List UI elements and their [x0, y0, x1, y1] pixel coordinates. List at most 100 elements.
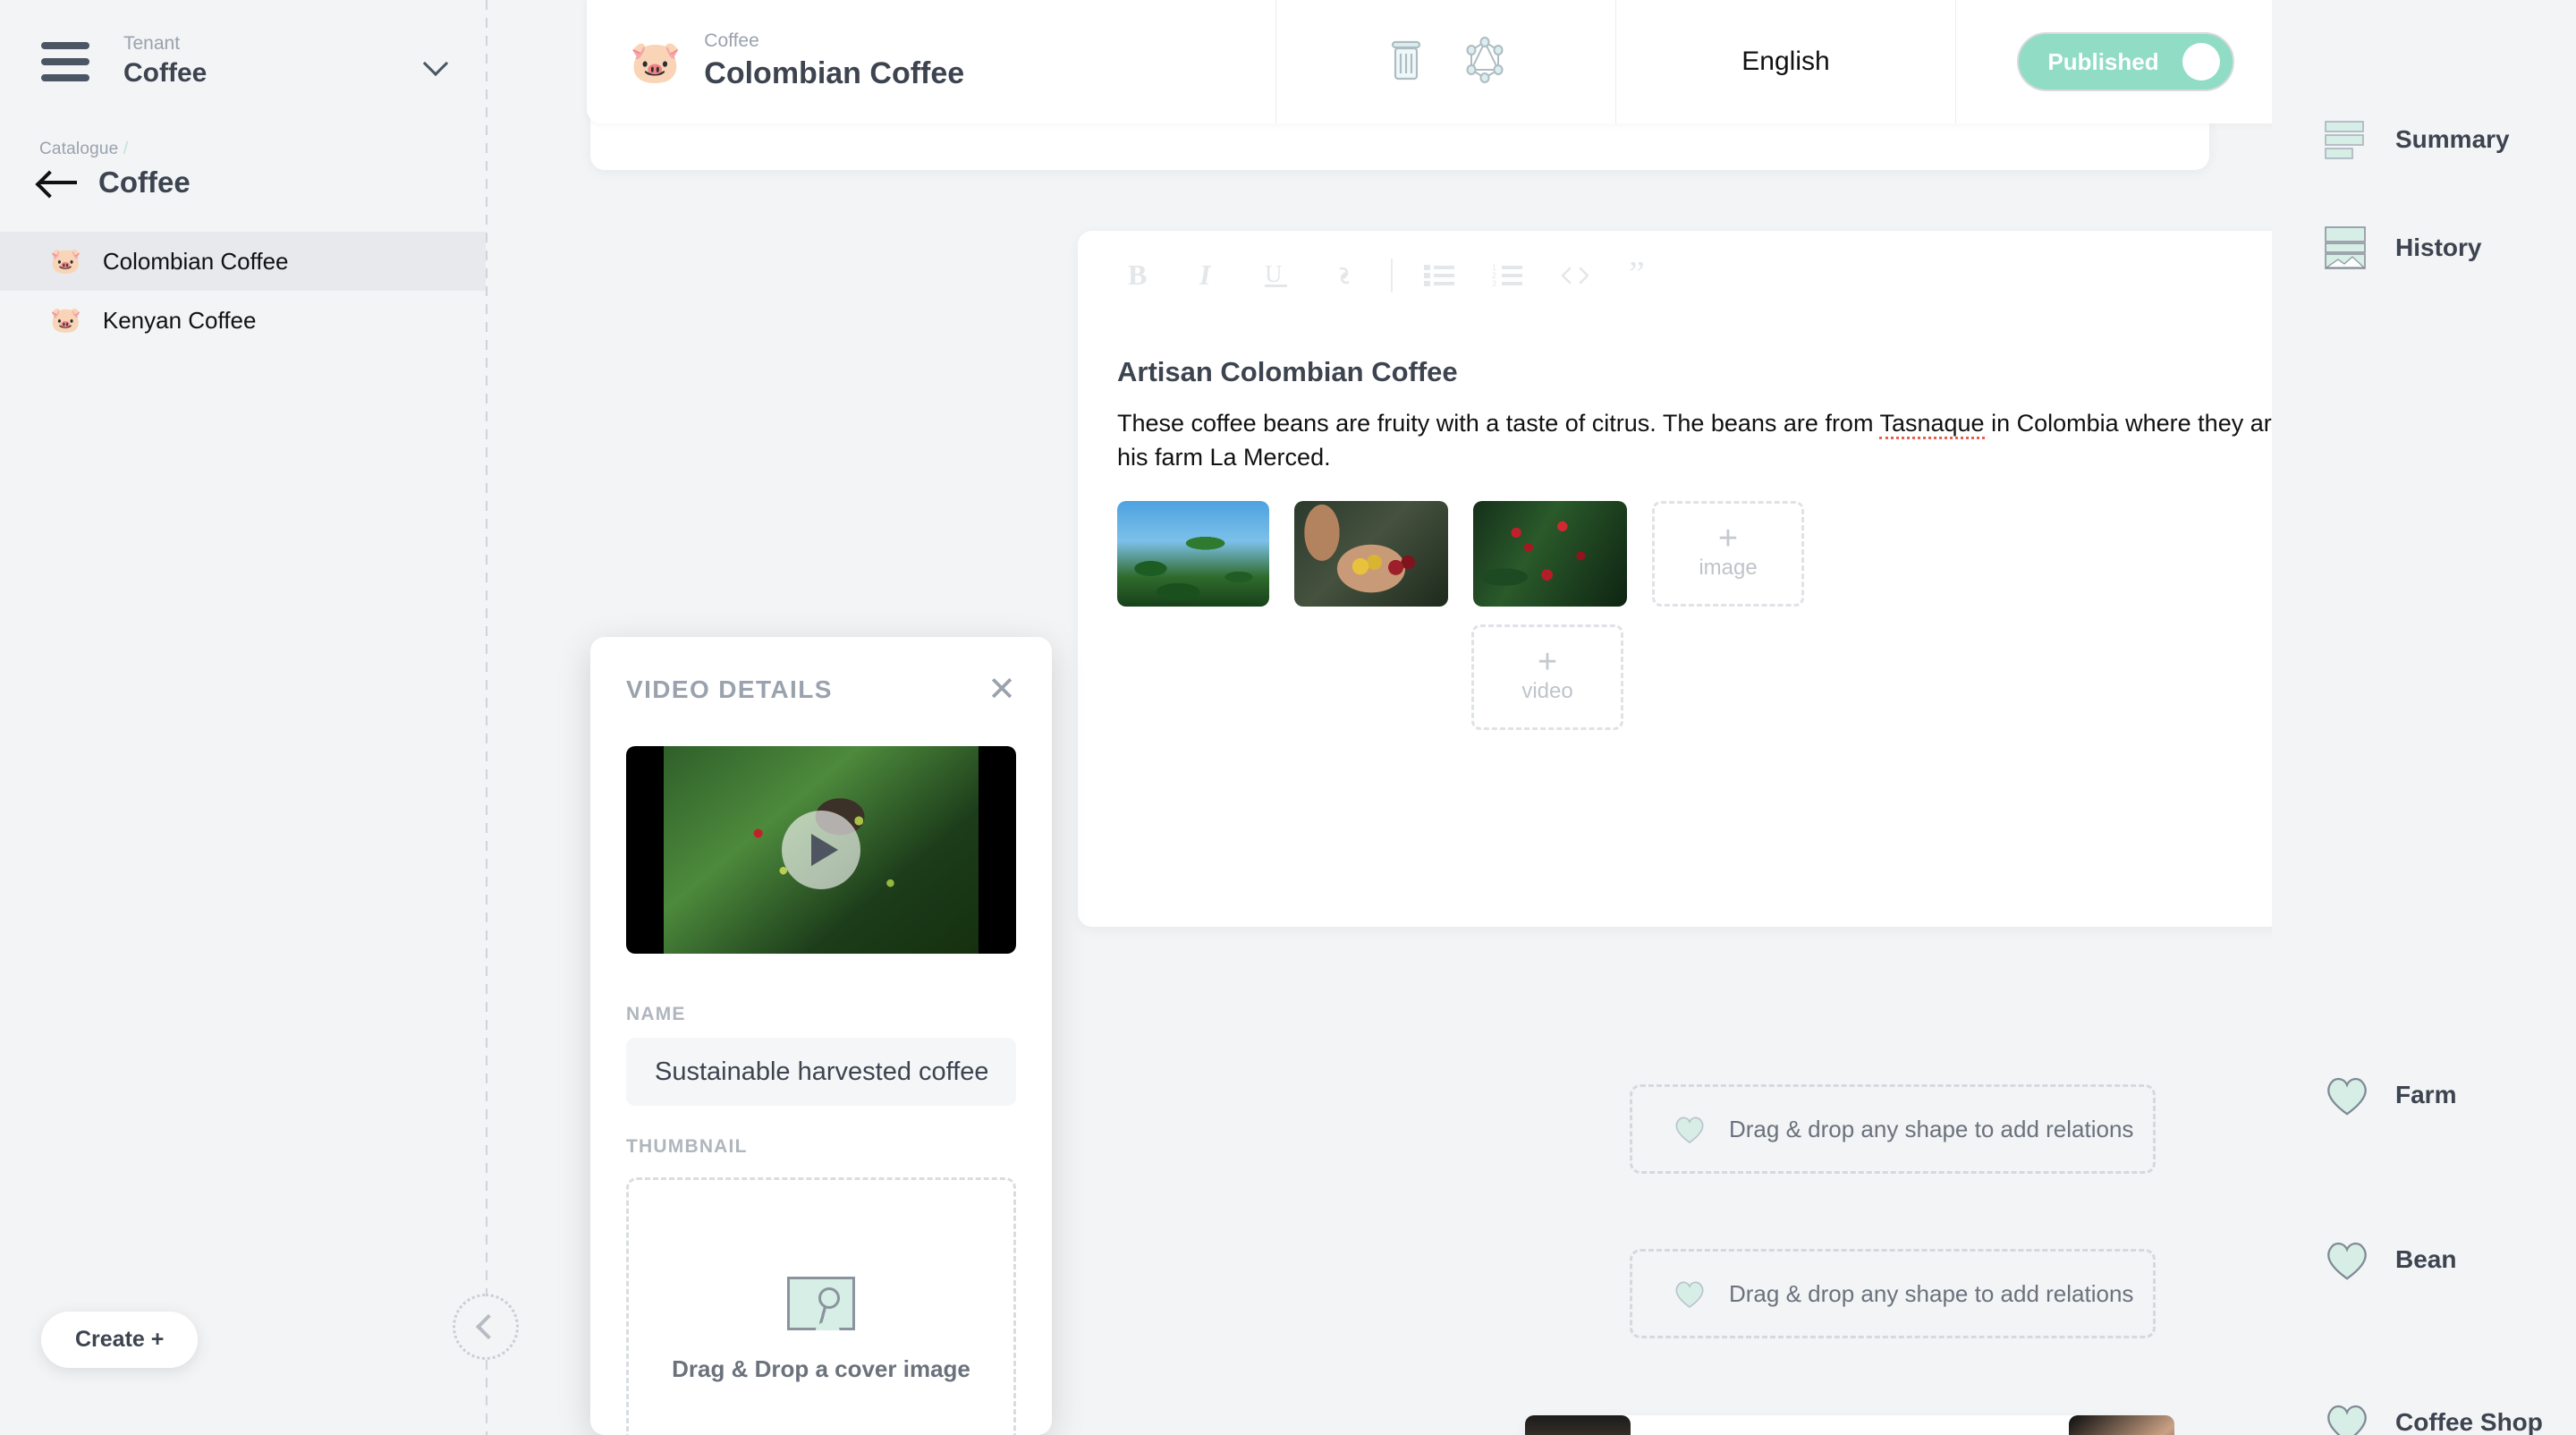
top-header-bar: 🐷 Coffee Colombian Coffee English Publis… [587, 0, 2470, 123]
entity-type-label: Coffee [704, 30, 759, 52]
svg-text:B: B [1128, 260, 1147, 291]
heart-icon [2327, 1405, 2367, 1435]
svg-text:I: I [1199, 260, 1212, 291]
svg-text:”: ” [1629, 262, 1645, 289]
relation-drop-label: Drag & drop any shape to add relations [1729, 1279, 2134, 1307]
pig-face-icon: 🐷 [50, 306, 81, 334]
add-video-slot[interactable]: + video [1471, 624, 1623, 730]
pig-face-icon: 🐷 [50, 247, 81, 275]
thumbnail-field-label: THUMBNAIL [626, 1136, 748, 1157]
video-name-input[interactable] [626, 1038, 1016, 1106]
create-button[interactable]: Create + [41, 1312, 199, 1368]
tenant-label: Tenant [123, 33, 181, 55]
right-panel-item-label: Bean [2395, 1245, 2457, 1273]
tenant-selector[interactable]: Tenant Coffee [123, 31, 423, 92]
add-image-slot[interactable]: + image [1652, 501, 1804, 607]
sidebar-header: Tenant Coffee [0, 0, 486, 123]
editor-paragraph: These coffee beans are fruity with a tas… [1117, 406, 2272, 475]
italic-icon[interactable]: I [1174, 250, 1242, 301]
right-panel-item-coffee-shop[interactable]: Coffee Shop [2324, 1401, 2543, 1435]
toggle-knob [2182, 43, 2220, 81]
image-placeholder-icon [787, 1276, 857, 1330]
video-preview[interactable] [626, 746, 1016, 954]
sidebar-item-list: 🐷 Colombian Coffee 🐷 Kenyan Coffee [0, 232, 486, 350]
breadcrumb: Catalogue / Coffee [0, 123, 486, 200]
close-icon[interactable]: ✕ [987, 673, 1016, 707]
trash-icon[interactable] [1387, 38, 1425, 86]
editor-image-thumbnail[interactable] [1294, 501, 1448, 607]
right-panel-item-summary[interactable]: Summary [2324, 118, 2510, 161]
graphql-icon[interactable] [1464, 36, 1505, 88]
code-icon[interactable] [1541, 250, 1609, 301]
name-field-label: NAME [626, 1004, 686, 1024]
link-icon[interactable] [1310, 250, 1378, 301]
right-panel-item-history[interactable]: History [2324, 225, 2481, 270]
plus-icon: + [1717, 519, 1739, 557]
right-shape-panel: Summary History Farm Bean Coffee Shop [2272, 0, 2576, 1435]
svg-text:3: 3 [1492, 279, 1496, 288]
editor-video-row: + video [1117, 624, 1623, 730]
sidebar-item-kenyan-coffee[interactable]: 🐷 Kenyan Coffee [0, 291, 486, 350]
tenant-name: Coffee [123, 58, 208, 89]
paragraph-text-1: These coffee beans are fruity with a tas… [1117, 410, 1880, 437]
heart-icon [1675, 1117, 1704, 1143]
header-action-icons [1275, 0, 1615, 123]
right-panel-item-label: Farm [2395, 1081, 2457, 1108]
thumbnail-drop-label: Drag & Drop a cover image [672, 1354, 970, 1382]
play-icon[interactable] [782, 811, 860, 889]
add-image-label: image [1699, 556, 1758, 581]
bullet-list-icon[interactable] [1405, 250, 1473, 301]
back-arrow-icon[interactable] [39, 171, 77, 194]
language-label: English [1741, 47, 1830, 76]
breadcrumb-separator: / [123, 140, 129, 158]
right-panel-item-farm[interactable]: Farm [2324, 1074, 2456, 1117]
language-selector[interactable]: English [1615, 0, 1955, 123]
right-panel-item-label: Coffee Shop [2395, 1408, 2543, 1435]
misspelled-word-tasnaque: Tasnaque [1879, 410, 1985, 439]
relation-drop-zone[interactable]: Drag & drop any shape to add relations [1630, 1084, 2156, 1174]
quote-icon[interactable]: ” [1609, 250, 1677, 301]
heart-icon [2327, 1243, 2367, 1280]
sidebar-item-label: Colombian Coffee [102, 247, 289, 275]
relation-thumbnail [1525, 1415, 1631, 1435]
entity-title-block: 🐷 Coffee Colombian Coffee [587, 0, 1275, 123]
sidebar-item-colombian-coffee[interactable]: 🐷 Colombian Coffee [0, 232, 486, 291]
relation-thumbnail [2069, 1415, 2174, 1435]
plus-icon: + [1537, 642, 1558, 681]
modal-title: VIDEO DETAILS [626, 675, 833, 703]
rich-text-editor-card: B I U 1 2 3 ” Artisan Colombian Coffee T… [1078, 231, 2272, 927]
add-video-label: video [1521, 679, 1573, 704]
relation-card[interactable] [1525, 1415, 2151, 1435]
video-details-modal: VIDEO DETAILS ✕ NAME THUMBNAIL Drag & Dr… [590, 637, 1052, 1435]
summary-lines-icon [2325, 121, 2364, 159]
right-panel-item-bean[interactable]: Bean [2324, 1238, 2456, 1281]
numbered-list-icon[interactable]: 1 2 3 [1473, 250, 1541, 301]
history-blocks-icon [2325, 226, 2366, 269]
relation-drop-label: Drag & drop any shape to add relations [1729, 1115, 2134, 1142]
thumbnail-dropzone[interactable]: Drag & Drop a cover image [626, 1177, 1016, 1435]
relation-drop-zone[interactable]: Drag & drop any shape to add relations [1630, 1249, 2156, 1338]
toolbar-divider [1391, 259, 1393, 293]
svg-text:U: U [1265, 260, 1283, 287]
rte-toolbar: B I U 1 2 3 ” [1078, 231, 2272, 301]
heart-icon [1675, 1281, 1704, 1308]
breadcrumb-parent[interactable]: Catalogue [39, 140, 118, 158]
right-panel-item-label: History [2395, 234, 2482, 261]
pig-face-icon: 🐷 [630, 38, 682, 85]
editor-image-thumbnail[interactable] [1117, 501, 1269, 607]
editor-heading: Artisan Colombian Coffee [1117, 356, 1458, 387]
editor-image-row: + image [1117, 501, 1804, 607]
chevron-down-icon[interactable] [423, 48, 450, 75]
published-toggle[interactable]: Published [2017, 32, 2234, 91]
hamburger-menu-icon[interactable] [41, 42, 89, 81]
paragraph-text-2: in Colombia where they are grown by Don [1991, 410, 2272, 437]
modal-header: VIDEO DETAILS ✕ [590, 637, 1052, 707]
editor-image-thumbnail[interactable] [1473, 501, 1627, 607]
entity-name-label: Colombian Coffee [704, 55, 965, 90]
bold-icon[interactable]: B [1106, 250, 1174, 301]
published-toggle-label: Published [2047, 47, 2159, 75]
sidebar-item-label: Kenyan Coffee [102, 306, 257, 334]
publish-toggle-container: Published [1955, 0, 2295, 123]
underline-icon[interactable]: U [1242, 250, 1310, 301]
page-title: Coffee [98, 166, 191, 199]
